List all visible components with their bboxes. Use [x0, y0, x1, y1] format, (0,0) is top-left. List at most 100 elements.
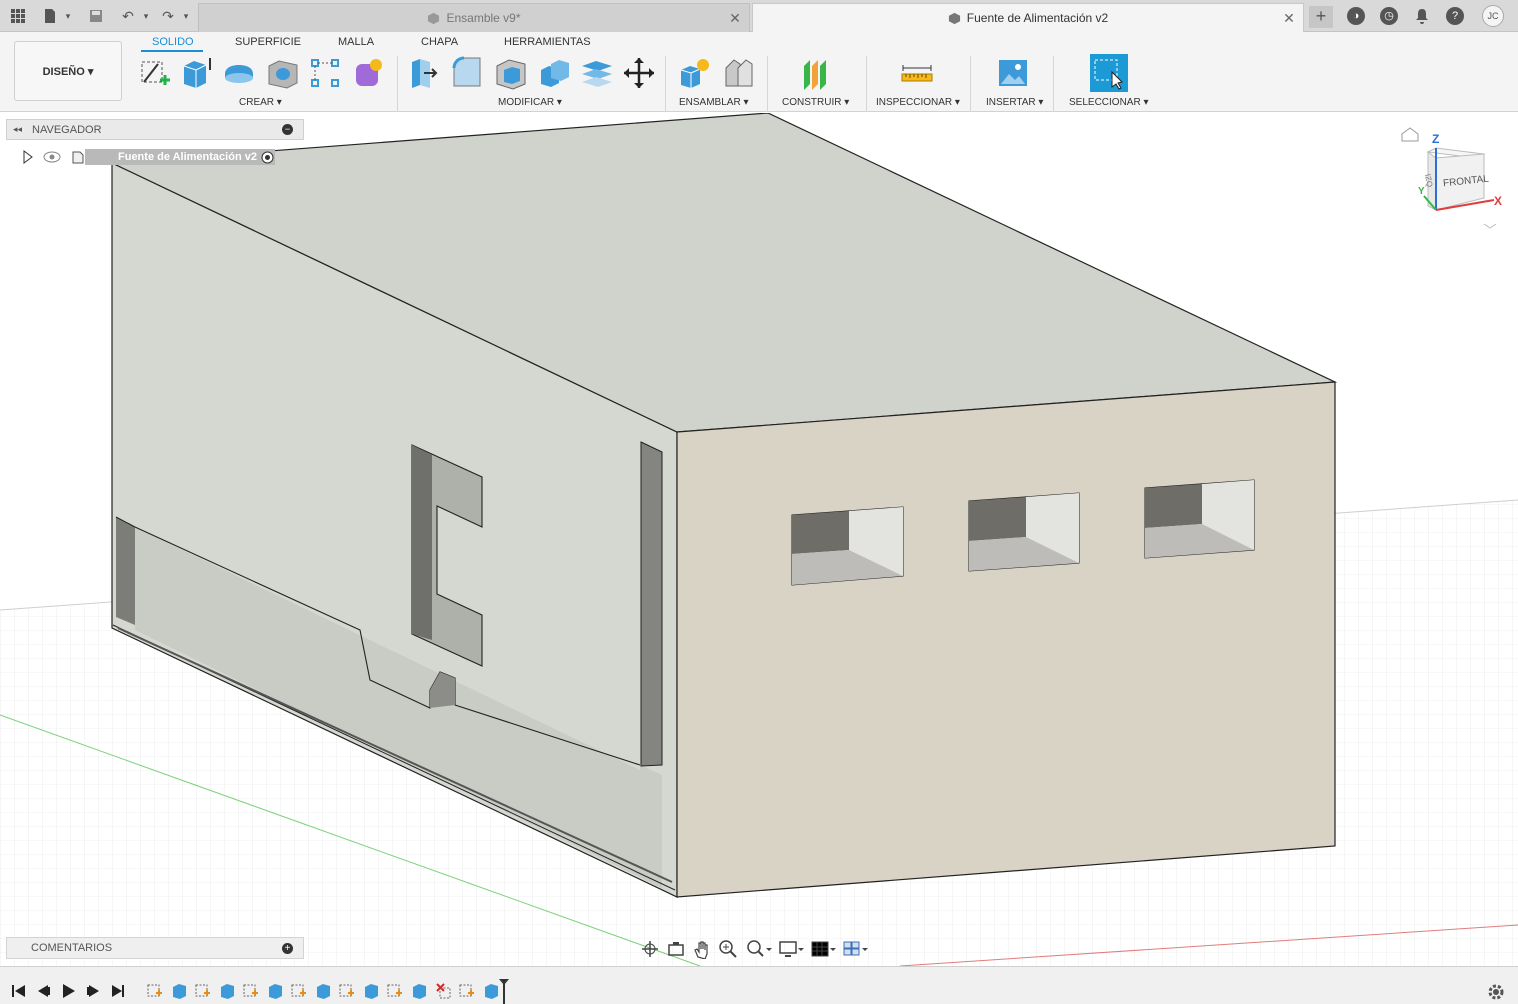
workspace-switcher-button[interactable]: DISEÑO ▾ [14, 41, 122, 101]
component-icon [948, 12, 960, 24]
joint-icon[interactable] [722, 56, 756, 90]
ribbon-toolbar: DISEÑO ▾ SOLIDO SUPERFICIE MALLA CHAPA H… [0, 32, 1518, 112]
timeline-settings-gear-icon[interactable] [1488, 984, 1504, 1000]
grid-snap-icon[interactable] [810, 939, 836, 959]
hole-icon[interactable] [266, 56, 300, 90]
close-icon[interactable]: ✕ [1281, 10, 1297, 26]
play-icon[interactable] [63, 984, 75, 998]
axis-z-label: Z [1432, 132, 1440, 146]
file-dropdown-icon[interactable]: ▾ [58, 6, 78, 26]
step-forward-icon[interactable] [87, 985, 99, 997]
rectangular-pattern-icon[interactable] [308, 56, 342, 90]
orbit-icon[interactable] [640, 939, 660, 959]
activate-radio-icon[interactable] [261, 151, 274, 164]
fillet-icon[interactable] [450, 56, 484, 90]
add-comment-icon[interactable]: + [282, 943, 293, 954]
model-scene[interactable] [0, 113, 1518, 966]
box-front-face[interactable] [676, 381, 1336, 898]
fit-zoom-icon[interactable] [746, 939, 772, 959]
modificar-menu[interactable]: MODIFICAR ▾ [498, 97, 562, 108]
expand-arrow-icon[interactable] [23, 150, 33, 164]
comments-title: COMENTARIOS [31, 942, 113, 954]
home-icon[interactable] [1401, 127, 1419, 142]
divider [767, 56, 768, 112]
comments-panel[interactable]: COMENTARIOS + [6, 937, 304, 959]
tab-label: Fuente de Alimentación v2 [966, 11, 1109, 25]
offset-face-icon[interactable] [580, 56, 614, 90]
divider [970, 56, 971, 112]
step-back-icon[interactable] [38, 985, 50, 997]
tab-herramientas[interactable]: HERRAMIENTAS [504, 36, 591, 48]
extensions-icon[interactable]: ◑ [1347, 7, 1365, 25]
undo-dropdown-icon[interactable]: ▾ [136, 6, 156, 26]
viewports-icon[interactable] [842, 939, 868, 959]
tab-fuente[interactable]: Fuente de Alimentación v2 ✕ [752, 3, 1304, 32]
component-icon [428, 12, 440, 24]
close-icon[interactable]: ✕ [727, 10, 743, 26]
navigation-bar [640, 936, 880, 962]
seleccionar-menu[interactable]: SELECCIONAR ▾ [1069, 97, 1148, 108]
new-tab-button[interactable]: + [1309, 6, 1333, 28]
divider [1053, 56, 1054, 112]
insert-image-icon[interactable] [996, 56, 1030, 90]
go-to-end-icon[interactable] [112, 985, 124, 997]
divider [665, 56, 666, 112]
move-icon[interactable] [622, 56, 656, 90]
timeline-marker[interactable] [499, 979, 509, 1004]
inspeccionar-menu[interactable]: INSPECCIONAR ▾ [876, 97, 960, 108]
redo-dropdown-icon[interactable]: ▾ [176, 6, 196, 26]
help-icon[interactable]: ? [1446, 7, 1464, 25]
create-form-icon[interactable] [352, 56, 386, 90]
ensamblar-menu[interactable]: ENSAMBLAR ▾ [679, 97, 748, 108]
axis-x-label: X [1494, 194, 1503, 208]
view-cube[interactable]: FRONTAL IZQ Z X Y [1398, 120, 1510, 230]
create-sketch-icon[interactable] [138, 56, 172, 90]
extrude-icon[interactable] [180, 56, 214, 90]
shell-icon[interactable] [494, 56, 528, 90]
navigator-root-item[interactable]: Fuente de Alimentación v2 [18, 147, 282, 167]
active-tab-indicator [141, 50, 203, 52]
navigator-item-label[interactable]: Fuente de Alimentación v2 [85, 149, 275, 165]
vertical-slot [640, 441, 663, 767]
crear-menu[interactable]: CREAR ▾ [239, 97, 282, 108]
offset-plane-icon[interactable] [798, 56, 832, 90]
c-cutout-wall [412, 445, 432, 640]
redo-icon[interactable]: ↷ [158, 6, 178, 26]
select-icon[interactable] [1090, 54, 1128, 92]
insertar-menu[interactable]: INSERTAR ▾ [986, 97, 1043, 108]
axis-y-label: Y [1418, 186, 1425, 197]
collapse-panel-icon[interactable]: ◂◂ [13, 124, 22, 135]
press-pull-icon[interactable] [406, 56, 440, 90]
measure-icon[interactable] [900, 56, 934, 90]
zoom-icon[interactable] [718, 939, 740, 959]
collapse-navigator-icon[interactable]: − [282, 124, 293, 135]
combine-icon[interactable] [538, 56, 572, 90]
vent-window-3 [1144, 479, 1255, 559]
notifications-bell-icon[interactable] [1412, 6, 1432, 26]
tab-chapa[interactable]: CHAPA [421, 36, 458, 48]
tab-solido[interactable]: SOLIDO [152, 36, 194, 48]
3d-viewport[interactable] [0, 113, 1518, 966]
construir-menu[interactable]: CONSTRUIR ▾ [782, 97, 849, 108]
user-avatar[interactable]: JC [1482, 5, 1504, 27]
revolve-icon[interactable] [222, 56, 256, 90]
navigator-panel: ◂◂ NAVEGADOR − [6, 119, 304, 140]
divider [866, 56, 867, 112]
tab-malla[interactable]: MALLA [338, 36, 374, 48]
new-component-icon[interactable] [678, 56, 712, 90]
go-to-start-icon[interactable] [12, 985, 25, 997]
pan-hand-icon[interactable] [692, 939, 712, 959]
look-at-icon[interactable] [666, 939, 686, 959]
job-status-icon[interactable]: ◷ [1380, 7, 1398, 25]
slot-wall [116, 517, 135, 625]
timeline-features[interactable] [147, 983, 498, 999]
display-settings-icon[interactable] [778, 939, 804, 959]
visibility-eye-icon[interactable] [43, 151, 61, 163]
tab-superficie[interactable]: SUPERFICIE [235, 36, 301, 48]
file-icon[interactable] [40, 6, 60, 26]
tab-ensamble[interactable]: Ensamble v9* ✕ [198, 3, 750, 32]
save-icon[interactable] [86, 6, 106, 26]
vent-window-2 [968, 492, 1080, 572]
undo-icon[interactable]: ↶ [118, 6, 138, 26]
app-grid-icon[interactable] [8, 6, 28, 26]
